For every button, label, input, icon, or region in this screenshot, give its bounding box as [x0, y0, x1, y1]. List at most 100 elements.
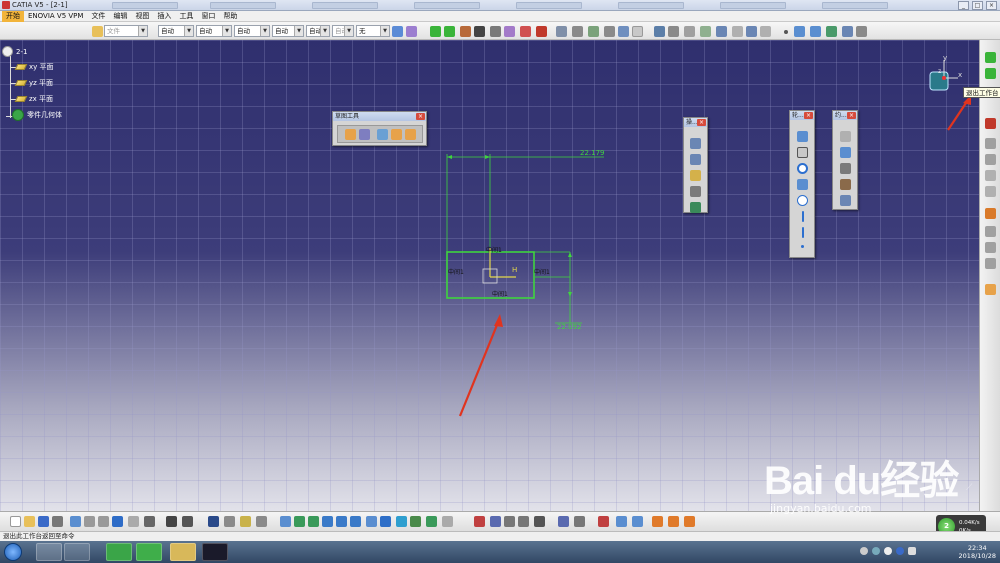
tool-icon[interactable]: [732, 26, 743, 37]
point-icon[interactable]: [801, 245, 804, 248]
clock[interactable]: 22:34 2018/10/28: [959, 544, 996, 560]
fly-icon[interactable]: [280, 516, 291, 527]
background-tab[interactable]: [516, 2, 582, 9]
comment-icon[interactable]: [182, 516, 193, 527]
tool-icon[interactable]: [377, 129, 388, 140]
background-tab[interactable]: [210, 2, 276, 9]
tool-icon[interactable]: [520, 26, 531, 37]
constraint-label[interactable]: 中间1: [492, 289, 508, 298]
tool-icon[interactable]: [826, 26, 837, 37]
zoom-out-icon[interactable]: [350, 516, 361, 527]
move-icon[interactable]: [430, 26, 441, 37]
exit-workbench-icon[interactable]: [985, 52, 996, 63]
exit-workbench-icon[interactable]: [985, 68, 996, 79]
tool-icon[interactable]: [684, 26, 695, 37]
tool-icon[interactable]: [604, 26, 615, 37]
panel-header[interactable]: 轮... ×: [790, 111, 814, 120]
catalog-icon[interactable]: [208, 516, 219, 527]
tray-icon[interactable]: [896, 547, 904, 555]
constraint-label[interactable]: 中间1: [534, 267, 550, 276]
profile-panel[interactable]: 轮... ×: [789, 110, 815, 258]
tool-icon[interactable]: [556, 26, 567, 37]
background-tab[interactable]: [822, 2, 888, 9]
hide-show-icon[interactable]: [410, 516, 421, 527]
chamfer-icon[interactable]: [690, 154, 701, 165]
tool-icon[interactable]: [490, 516, 501, 527]
menu-enovia[interactable]: ENOVIA V5 VPM: [24, 11, 87, 22]
tool-icon[interactable]: [240, 516, 251, 527]
menu-help[interactable]: 帮助: [219, 11, 241, 22]
curve-icon[interactable]: [794, 26, 805, 37]
rotate-icon[interactable]: [322, 516, 333, 527]
tool-icon[interactable]: [985, 170, 996, 181]
tool-icon[interactable]: [668, 516, 679, 527]
tool-icon[interactable]: [654, 26, 665, 37]
style-combo[interactable]: 自动 ▼: [272, 25, 304, 37]
tool-icon[interactable]: [256, 516, 267, 527]
tool-icon[interactable]: [588, 26, 599, 37]
corner-icon[interactable]: [690, 138, 701, 149]
tool-icon[interactable]: [684, 516, 695, 527]
tool-icon[interactable]: [405, 129, 416, 140]
zoom-in-icon[interactable]: [336, 516, 347, 527]
tool-icon[interactable]: [442, 516, 453, 527]
render-icon[interactable]: [396, 516, 407, 527]
style-combo[interactable]: 自动 ▼: [332, 25, 354, 37]
spline-icon[interactable]: [797, 179, 808, 190]
redo-icon[interactable]: [128, 516, 139, 527]
normal-view-icon[interactable]: [366, 516, 377, 527]
fit-all-icon[interactable]: [294, 516, 305, 527]
file-combo[interactable]: 文件 ▼: [104, 25, 148, 37]
animate-icon[interactable]: [840, 195, 851, 206]
constraint-icon[interactable]: [840, 131, 851, 142]
taskbar-app-green[interactable]: [106, 543, 132, 561]
copy-icon[interactable]: [84, 516, 95, 527]
background-tab[interactable]: [414, 2, 480, 9]
constraint-panel[interactable]: 约... ×: [832, 110, 858, 210]
contact-icon[interactable]: [840, 163, 851, 174]
profile-icon[interactable]: [797, 131, 808, 142]
tool-icon[interactable]: [474, 516, 485, 527]
tool-icon[interactable]: [985, 242, 996, 253]
axis-icon[interactable]: [802, 227, 804, 238]
tool-icon[interactable]: [632, 26, 643, 37]
project-icon[interactable]: [690, 202, 701, 213]
tool-icon[interactable]: [391, 129, 402, 140]
layer-combo[interactable]: 无 ▼: [356, 25, 390, 37]
line-icon[interactable]: [474, 26, 485, 37]
tool-icon[interactable]: [572, 26, 583, 37]
close-button[interactable]: ×: [986, 1, 997, 10]
grid-icon[interactable]: [345, 129, 356, 140]
close-icon[interactable]: ×: [416, 113, 425, 120]
tool-icon[interactable]: [985, 208, 996, 219]
cut-icon[interactable]: [70, 516, 81, 527]
circle-icon[interactable]: [797, 163, 808, 174]
paint-icon[interactable]: [392, 26, 403, 37]
menu-insert[interactable]: 插入: [153, 11, 175, 22]
close-icon[interactable]: ×: [847, 112, 856, 119]
background-tab[interactable]: [312, 2, 378, 9]
new-icon[interactable]: [10, 516, 21, 527]
sketch-tools-panel[interactable]: 草图工具 ×: [332, 111, 427, 146]
tool-icon[interactable]: [574, 516, 585, 527]
tool-icon[interactable]: [716, 26, 727, 37]
taskbar-app-explorer[interactable]: [170, 543, 196, 561]
tool-icon[interactable]: [700, 26, 711, 37]
tool-icon[interactable]: [504, 26, 515, 37]
tool-icon[interactable]: [460, 26, 471, 37]
save-icon[interactable]: [38, 516, 49, 527]
open-icon[interactable]: [24, 516, 35, 527]
folder-icon[interactable]: [92, 26, 103, 37]
formula-icon[interactable]: [166, 516, 177, 527]
tool-icon[interactable]: [746, 26, 757, 37]
tray-icon[interactable]: [860, 547, 868, 555]
tray-icon[interactable]: [872, 547, 880, 555]
tray-icon[interactable]: [884, 547, 892, 555]
undo-icon[interactable]: [112, 516, 123, 527]
maximize-button[interactable]: □: [972, 1, 983, 10]
menu-tools[interactable]: 工具: [175, 11, 197, 22]
tool-icon[interactable]: [632, 516, 643, 527]
tool-icon[interactable]: [985, 154, 996, 165]
background-tab[interactable]: [720, 2, 786, 9]
move-icon[interactable]: [444, 26, 455, 37]
